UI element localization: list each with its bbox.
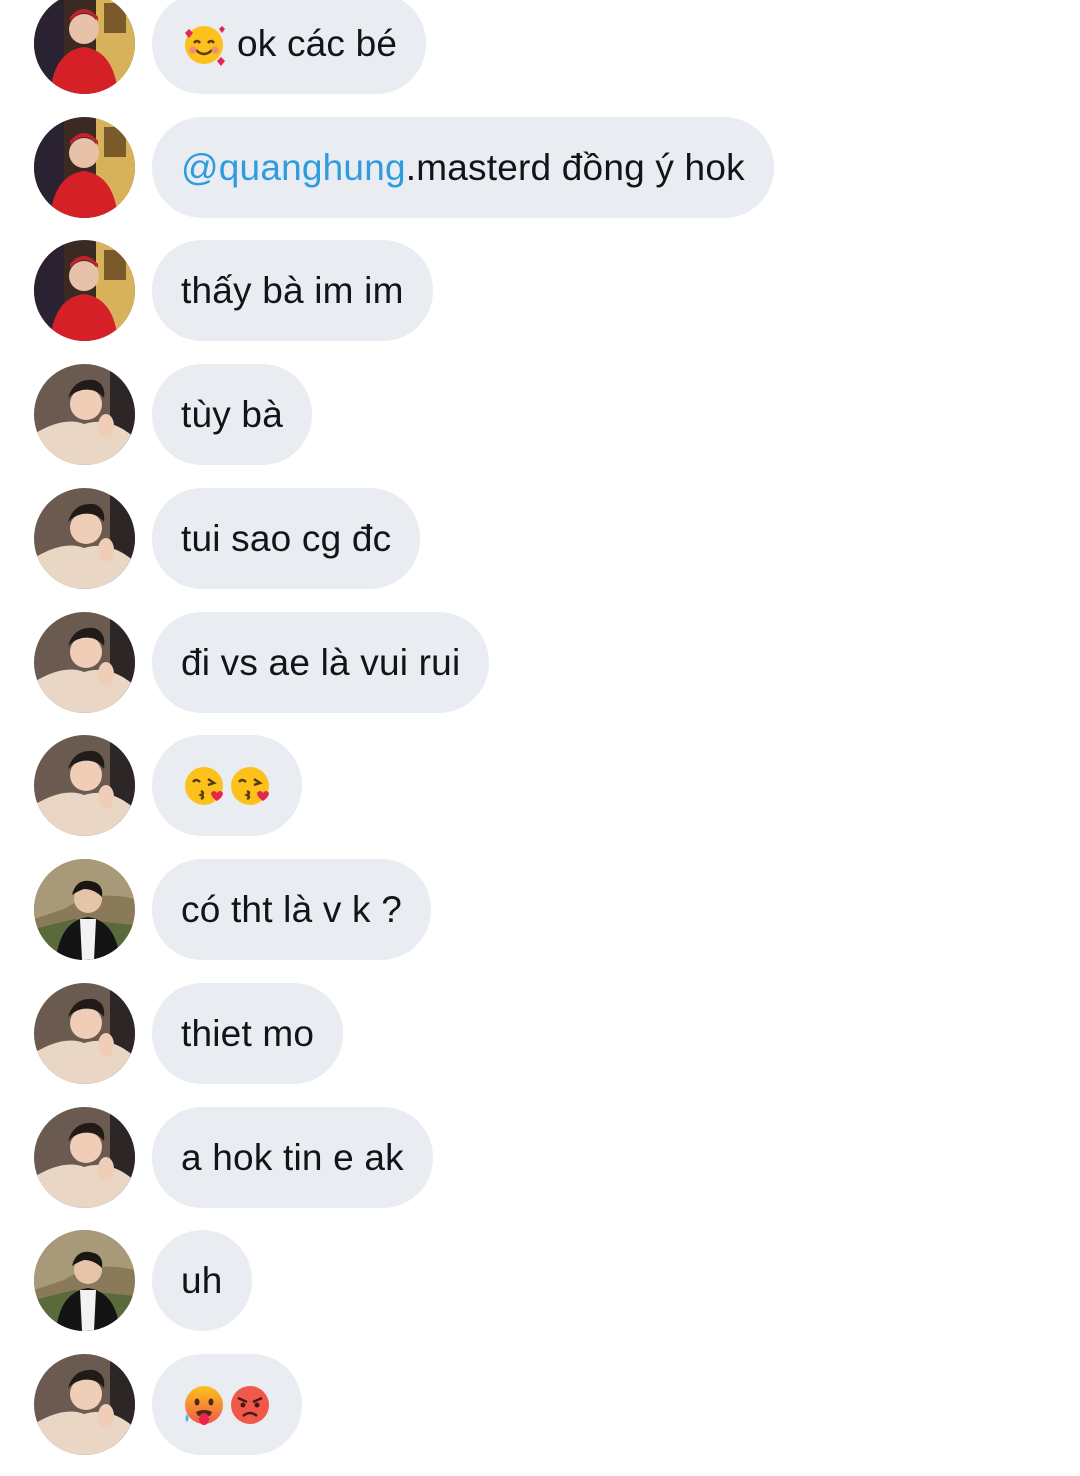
message-text: thiet mo [181,1012,315,1054]
message-bubble[interactable]: có tht là v k ? [152,859,431,960]
message-row [0,1354,1080,1455]
message-row: ok các bé [0,0,1080,94]
avatar[interactable] [34,1354,135,1455]
message-text: uh [181,1259,223,1301]
message-text: tùy bà [181,393,283,435]
message-row: đi vs ae là vui rui [0,612,1080,713]
message-bubble[interactable]: tui sao cg đc [152,488,421,589]
hot-face-icon [181,1382,227,1428]
message-row: tui sao cg đc [0,488,1080,589]
message-text: đi vs ae là vui rui [181,641,461,683]
angry-face-icon [227,1382,273,1428]
avatar[interactable] [34,240,135,341]
message-bubble[interactable]: tùy bà [152,364,312,465]
message-bubble[interactable] [152,735,302,836]
message-row: @quanghung.masterd đồng ý hok [0,117,1080,218]
message-row: thiet mo [0,983,1080,1084]
message-bubble[interactable]: thiet mo [152,983,344,1084]
message-bubble[interactable]: đi vs ae là vui rui [152,612,490,713]
message-row: a hok tin e ak [0,1107,1080,1208]
message-text: tui sao cg đc [181,517,392,559]
message-text: a hok tin e ak [181,1136,404,1178]
face-blowing-kiss-icon [181,763,227,809]
mention-link[interactable]: @quanghung [181,147,406,188]
avatar[interactable] [34,983,135,1084]
message-row: uh [0,1230,1080,1331]
message-bubble[interactable]: a hok tin e ak [152,1107,433,1208]
message-row: tùy bà [0,364,1080,465]
message-text-rest: .masterd đồng ý hok [405,146,745,188]
avatar[interactable] [34,117,135,218]
avatar[interactable] [34,735,135,836]
chat-thread: ok các bé @quanghung.masterd đồng ý hok [0,0,1080,1476]
message-bubble[interactable]: ok các bé [152,0,427,94]
message-text: thấy bà im im [181,269,404,311]
message-bubble[interactable] [152,1354,302,1455]
message-row: có tht là v k ? [0,859,1080,960]
avatar[interactable] [34,488,135,589]
face-blowing-kiss-icon [227,763,273,809]
avatar[interactable] [34,1107,135,1208]
message-bubble[interactable]: uh [152,1230,252,1331]
avatar[interactable] [34,364,135,465]
avatar[interactable] [34,1230,135,1331]
message-row [0,735,1080,836]
message-bubble[interactable]: @quanghung.masterd đồng ý hok [152,117,774,218]
avatar[interactable] [34,0,135,94]
message-row: thấy bà im im [0,240,1080,341]
message-text: ok các bé [237,22,398,64]
message-text: có tht là v k ? [181,888,402,930]
avatar[interactable] [34,612,135,713]
smiling-face-with-hearts-icon [181,21,227,67]
avatar[interactable] [34,859,135,960]
message-bubble[interactable]: thấy bà im im [152,240,433,341]
message-text: @quanghung.masterd đồng ý hok [181,147,745,189]
